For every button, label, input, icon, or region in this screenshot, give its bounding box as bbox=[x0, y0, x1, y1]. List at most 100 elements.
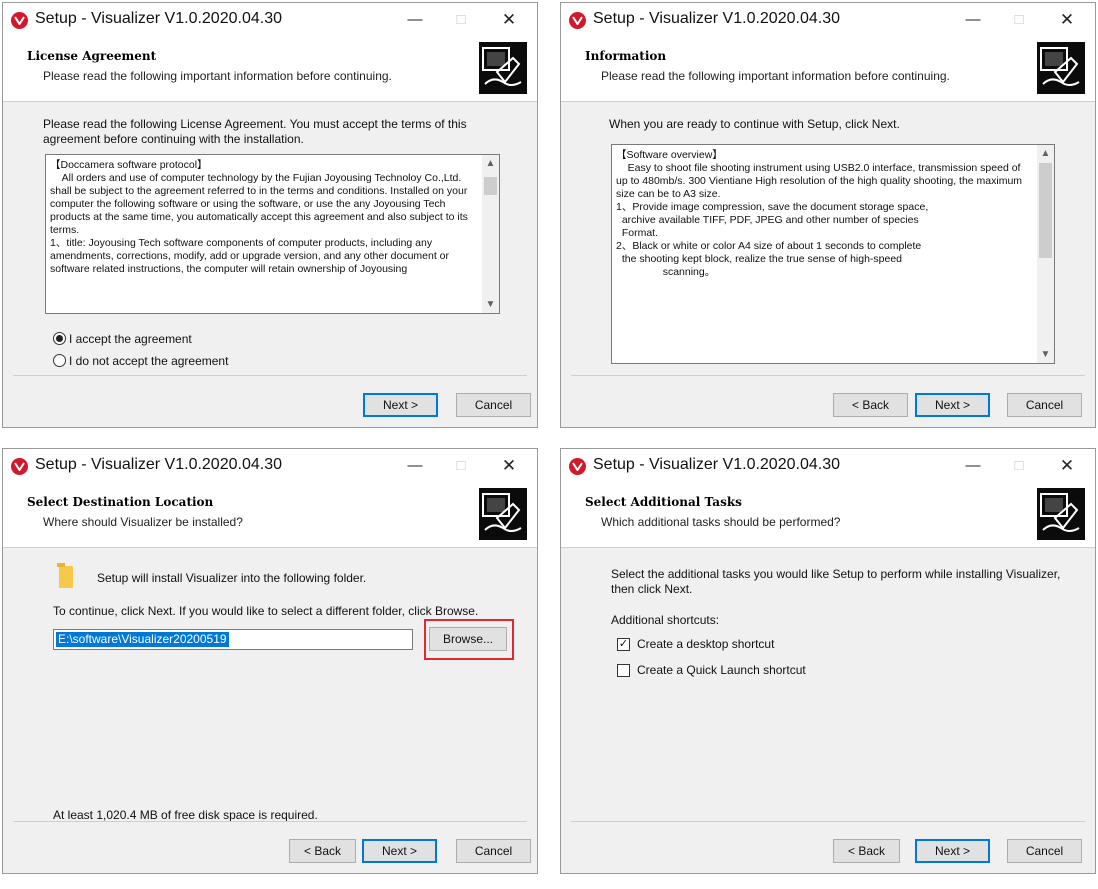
divider bbox=[571, 821, 1085, 822]
page-title: Select Destination Location bbox=[27, 495, 214, 509]
information-intro: When you are ready to continue with Setu… bbox=[609, 117, 900, 131]
license-text-memo[interactable]: 【Doccamera software protocol】 All orders… bbox=[45, 154, 500, 314]
scroll-up-icon[interactable]: ▲ bbox=[1037, 145, 1054, 162]
tasks-window: Setup - Visualizer V1.0.2020.04.30 — □ ✕… bbox=[560, 448, 1096, 874]
scrollbar[interactable]: ▲ ▼ bbox=[1037, 145, 1054, 363]
window-title: Setup - Visualizer V1.0.2020.04.30 bbox=[593, 456, 840, 473]
minimize-button[interactable]: — bbox=[393, 451, 437, 481]
information-text-memo[interactable]: 【Software overview】 Easy to shoot file s… bbox=[611, 144, 1055, 364]
app-icon bbox=[569, 458, 586, 475]
divider bbox=[571, 375, 1085, 376]
maximize-button: □ bbox=[456, 457, 466, 474]
page-subtitle: Please read the following important info… bbox=[601, 69, 950, 83]
next-button[interactable]: Next > bbox=[915, 839, 990, 863]
memo-line: 1、Provide image compression, save the do… bbox=[616, 201, 929, 213]
titlebar[interactable]: Setup - Visualizer V1.0.2020.04.30 — □ ✕ bbox=[3, 3, 537, 37]
memo-line: 2、Black or white or color A4 size of abo… bbox=[616, 240, 922, 252]
setup-logo-icon bbox=[479, 42, 527, 94]
license-intro: Please read the following License Agreem… bbox=[43, 117, 467, 146]
memo-line: All orders and use of computer technolog… bbox=[50, 172, 471, 236]
setup-logo-icon bbox=[479, 488, 527, 540]
window-title: Setup - Visualizer V1.0.2020.04.30 bbox=[593, 10, 840, 27]
close-button[interactable]: ✕ bbox=[487, 451, 531, 481]
app-icon bbox=[11, 458, 28, 475]
destination-window: Setup - Visualizer V1.0.2020.04.30 — □ ✕… bbox=[2, 448, 538, 874]
maximize-button: □ bbox=[1014, 457, 1024, 474]
license-text: 【Doccamera software protocol】 All orders… bbox=[50, 159, 479, 276]
setup-logo-icon bbox=[1037, 42, 1085, 94]
page-title: Information bbox=[585, 49, 667, 63]
minimize-button[interactable]: — bbox=[393, 5, 437, 35]
window-title: Setup - Visualizer V1.0.2020.04.30 bbox=[35, 456, 282, 473]
information-text: 【Software overview】 Easy to shoot file s… bbox=[616, 149, 1034, 279]
setup-logo-icon bbox=[1037, 488, 1085, 540]
destination-path-input[interactable]: E:\software\Visualizer20200519 bbox=[53, 629, 413, 650]
titlebar[interactable]: Setup - Visualizer V1.0.2020.04.30 — □ ✕ bbox=[3, 449, 537, 483]
page-subtitle: Where should Visualizer be installed? bbox=[43, 515, 243, 529]
memo-line: 【Doccamera software protocol】 bbox=[50, 159, 208, 171]
titlebar[interactable]: Setup - Visualizer V1.0.2020.04.30 — □ ✕ bbox=[561, 449, 1095, 483]
next-button[interactable]: Next > bbox=[362, 839, 437, 863]
wizard-header: Information Please read the following im… bbox=[561, 37, 1095, 102]
memo-line: 1、title: Joyousing Tech software compone… bbox=[50, 237, 452, 275]
page-subtitle: Please read the following important info… bbox=[43, 69, 392, 83]
license-window: Setup - Visualizer V1.0.2020.04.30 — □ ✕… bbox=[2, 2, 538, 428]
titlebar[interactable]: Setup - Visualizer V1.0.2020.04.30 — □ ✕ bbox=[561, 3, 1095, 37]
cancel-button[interactable]: Cancel bbox=[456, 393, 531, 417]
information-window: Setup - Visualizer V1.0.2020.04.30 — □ ✕… bbox=[560, 2, 1096, 428]
wizard-header: Select Additional Tasks Which additional… bbox=[561, 483, 1095, 548]
window-title: Setup - Visualizer V1.0.2020.04.30 bbox=[35, 10, 282, 27]
accept-radio[interactable] bbox=[53, 332, 66, 345]
wizard-header: License Agreement Please read the follow… bbox=[3, 37, 537, 102]
close-button[interactable]: ✕ bbox=[1045, 451, 1089, 481]
minimize-button[interactable]: — bbox=[951, 451, 995, 481]
cancel-button[interactable]: Cancel bbox=[1007, 839, 1082, 863]
maximize-button: □ bbox=[1014, 11, 1024, 28]
folder-icon bbox=[57, 563, 73, 588]
scroll-down-icon[interactable]: ▼ bbox=[1037, 346, 1054, 363]
cancel-button[interactable]: Cancel bbox=[1007, 393, 1082, 417]
accept-label[interactable]: I accept the agreement bbox=[69, 332, 192, 347]
divider bbox=[13, 375, 527, 376]
scrollbar[interactable]: ▲ ▼ bbox=[482, 155, 499, 313]
quicklaunch-shortcut-label[interactable]: Create a Quick Launch shortcut bbox=[637, 663, 806, 678]
tasks-intro: Select the additional tasks you would li… bbox=[611, 567, 1061, 596]
continue-text: To continue, click Next. If you would li… bbox=[53, 604, 479, 618]
scroll-up-icon[interactable]: ▲ bbox=[482, 155, 499, 172]
maximize-button: □ bbox=[456, 11, 466, 28]
memo-line: scanning。 bbox=[616, 266, 716, 278]
back-button[interactable]: < Back bbox=[289, 839, 356, 863]
close-button[interactable]: ✕ bbox=[487, 5, 531, 35]
desktop-shortcut-label[interactable]: Create a desktop shortcut bbox=[637, 637, 774, 652]
page-subtitle: Which additional tasks should be perform… bbox=[601, 515, 841, 529]
scroll-thumb[interactable] bbox=[1039, 163, 1052, 258]
next-button[interactable]: Next > bbox=[363, 393, 438, 417]
page-title: License Agreement bbox=[27, 49, 157, 63]
decline-radio[interactable] bbox=[53, 354, 66, 367]
memo-line: Easy to shoot file shooting instrument u… bbox=[616, 162, 1025, 200]
cancel-button[interactable]: Cancel bbox=[456, 839, 531, 863]
next-button[interactable]: Next > bbox=[915, 393, 990, 417]
shortcuts-label: Additional shortcuts: bbox=[611, 613, 720, 627]
folder-text: Setup will install Visualizer into the f… bbox=[97, 571, 367, 585]
wizard-header: Select Destination Location Where should… bbox=[3, 483, 537, 548]
memo-line: Format. bbox=[616, 227, 659, 239]
scroll-down-icon[interactable]: ▼ bbox=[482, 296, 499, 313]
memo-line: 【Software overview】 bbox=[616, 149, 723, 161]
decline-label[interactable]: I do not accept the agreement bbox=[69, 354, 228, 369]
app-icon bbox=[11, 12, 28, 29]
minimize-button[interactable]: — bbox=[951, 5, 995, 35]
desktop-shortcut-checkbox[interactable]: ✓ bbox=[617, 638, 630, 651]
back-button[interactable]: < Back bbox=[833, 839, 900, 863]
path-value: E:\software\Visualizer20200519 bbox=[56, 632, 229, 647]
browse-button[interactable]: Browse... bbox=[429, 627, 507, 651]
app-icon bbox=[569, 12, 586, 29]
memo-line: the shooting kept block, realize the tru… bbox=[616, 253, 903, 265]
quicklaunch-shortcut-checkbox[interactable] bbox=[617, 664, 630, 677]
memo-line: archive available TIFF, PDF, JPEG and ot… bbox=[616, 214, 919, 226]
back-button[interactable]: < Back bbox=[833, 393, 908, 417]
scroll-thumb[interactable] bbox=[484, 177, 497, 195]
page-title: Select Additional Tasks bbox=[585, 495, 742, 509]
divider bbox=[13, 821, 527, 822]
close-button[interactable]: ✕ bbox=[1045, 5, 1089, 35]
